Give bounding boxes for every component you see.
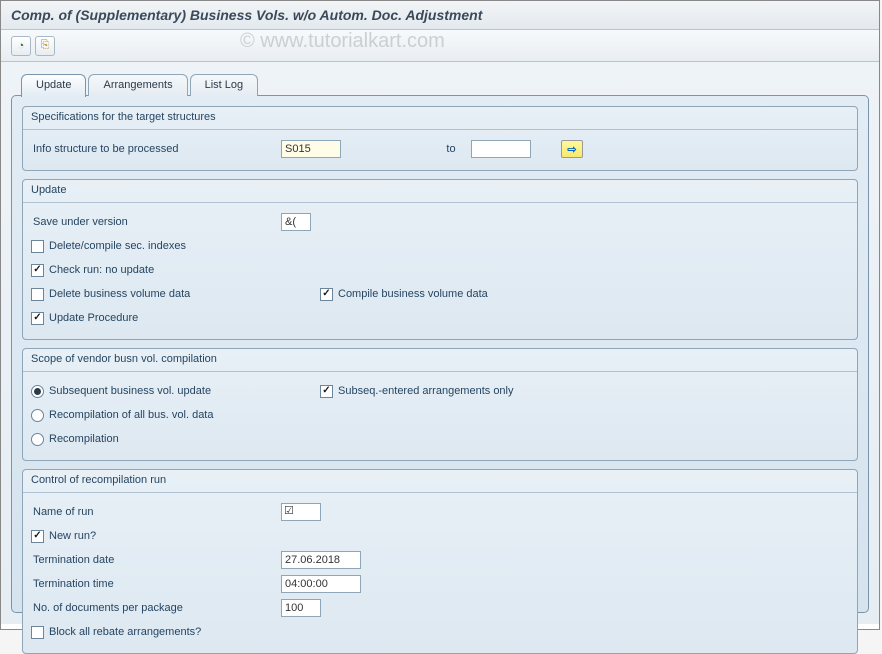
- input-termination-date[interactable]: [281, 551, 361, 569]
- input-docs-per-package[interactable]: [281, 599, 321, 617]
- group-title-specifications: Specifications for the target structures: [23, 107, 857, 130]
- check-delete-bv[interactable]: Delete business volume data: [31, 288, 306, 301]
- checkbox-icon: [31, 264, 44, 277]
- check-label: Subseq.-entered arrangements only: [338, 385, 514, 397]
- radio-icon: [31, 409, 44, 422]
- variants-icon: ⎘: [41, 39, 50, 52]
- group-update: Update Save under version Delete/compile…: [22, 179, 858, 340]
- radio-label: Recompilation of all bus. vol. data: [49, 409, 213, 421]
- group-scope: Scope of vendor busn vol. compilation Su…: [22, 348, 858, 461]
- checkbox-icon: [31, 626, 44, 639]
- execute-icon: ◔: [18, 40, 25, 52]
- radio-icon: [31, 433, 44, 446]
- check-check-run[interactable]: Check run: no update: [31, 264, 154, 277]
- arrow-right-icon: ⇨: [567, 143, 576, 156]
- radio-recomp-all[interactable]: Recompilation of all bus. vol. data: [31, 409, 213, 422]
- label-info-structure: Info structure to be processed: [31, 143, 281, 155]
- tab-panel-update: Specifications for the target structures…: [11, 95, 869, 613]
- checkbox-icon: [31, 312, 44, 325]
- checkbox-icon: [320, 288, 333, 301]
- check-label: Delete business volume data: [49, 288, 190, 300]
- radio-label: Subsequent business vol. update: [49, 385, 211, 397]
- radio-icon: [31, 385, 44, 398]
- label-docs-per-package: No. of documents per package: [31, 602, 281, 614]
- label-to: to: [431, 143, 471, 155]
- check-label: Update Procedure: [49, 312, 138, 324]
- checkbox-icon: [31, 288, 44, 301]
- check-update-procedure[interactable]: Update Procedure: [31, 312, 138, 325]
- group-title-scope: Scope of vendor busn vol. compilation: [23, 349, 857, 372]
- input-name-of-run[interactable]: [281, 503, 321, 521]
- tab-arrangements[interactable]: Arrangements: [88, 74, 187, 96]
- check-subseq-entered[interactable]: Subseq.-entered arrangements only: [320, 385, 514, 398]
- sap-window: © www.tutorialkart.com Comp. of (Supplem…: [0, 0, 880, 630]
- checkbox-icon: [320, 385, 333, 398]
- check-label: Block all rebate arrangements?: [49, 626, 201, 638]
- check-block-rebate[interactable]: Block all rebate arrangements?: [31, 626, 201, 639]
- content-area: Update Arrangements List Log Specificati…: [1, 62, 879, 624]
- input-info-structure-to[interactable]: [471, 140, 531, 158]
- check-label: New run?: [49, 530, 96, 542]
- label-termination-time: Termination time: [31, 578, 281, 590]
- check-compile-bv[interactable]: Compile business volume data: [320, 288, 488, 301]
- tab-list-log[interactable]: List Log: [190, 74, 259, 96]
- window-title: Comp. of (Supplementary) Business Vols. …: [1, 1, 879, 30]
- input-termination-time[interactable]: [281, 575, 361, 593]
- check-new-run[interactable]: New run?: [31, 530, 96, 543]
- input-info-structure-from[interactable]: [281, 140, 341, 158]
- label-save-version: Save under version: [31, 216, 281, 228]
- tab-update[interactable]: Update: [21, 74, 86, 97]
- multiple-selection-button[interactable]: ⇨: [561, 140, 583, 158]
- tab-strip: Update Arrangements List Log: [21, 74, 869, 96]
- checkbox-icon: [31, 530, 44, 543]
- group-title-update: Update: [23, 180, 857, 203]
- execute-button[interactable]: ◔: [11, 36, 31, 56]
- application-toolbar: ◔ ⎘: [1, 30, 879, 62]
- radio-subsequent-update[interactable]: Subsequent business vol. update: [31, 385, 306, 398]
- radio-recomp[interactable]: Recompilation: [31, 433, 119, 446]
- label-termination-date: Termination date: [31, 554, 281, 566]
- input-save-version[interactable]: [281, 213, 311, 231]
- check-delete-compile-indexes[interactable]: Delete/compile sec. indexes: [31, 240, 186, 253]
- check-label: Compile business volume data: [338, 288, 488, 300]
- check-label: Delete/compile sec. indexes: [49, 240, 186, 252]
- check-label: Check run: no update: [49, 264, 154, 276]
- group-specifications: Specifications for the target structures…: [22, 106, 858, 171]
- group-control: Control of recompilation run Name of run…: [22, 469, 858, 654]
- checkbox-icon: [31, 240, 44, 253]
- variants-button[interactable]: ⎘: [35, 36, 55, 56]
- group-title-control: Control of recompilation run: [23, 470, 857, 493]
- radio-label: Recompilation: [49, 433, 119, 445]
- label-name-of-run: Name of run: [31, 506, 281, 518]
